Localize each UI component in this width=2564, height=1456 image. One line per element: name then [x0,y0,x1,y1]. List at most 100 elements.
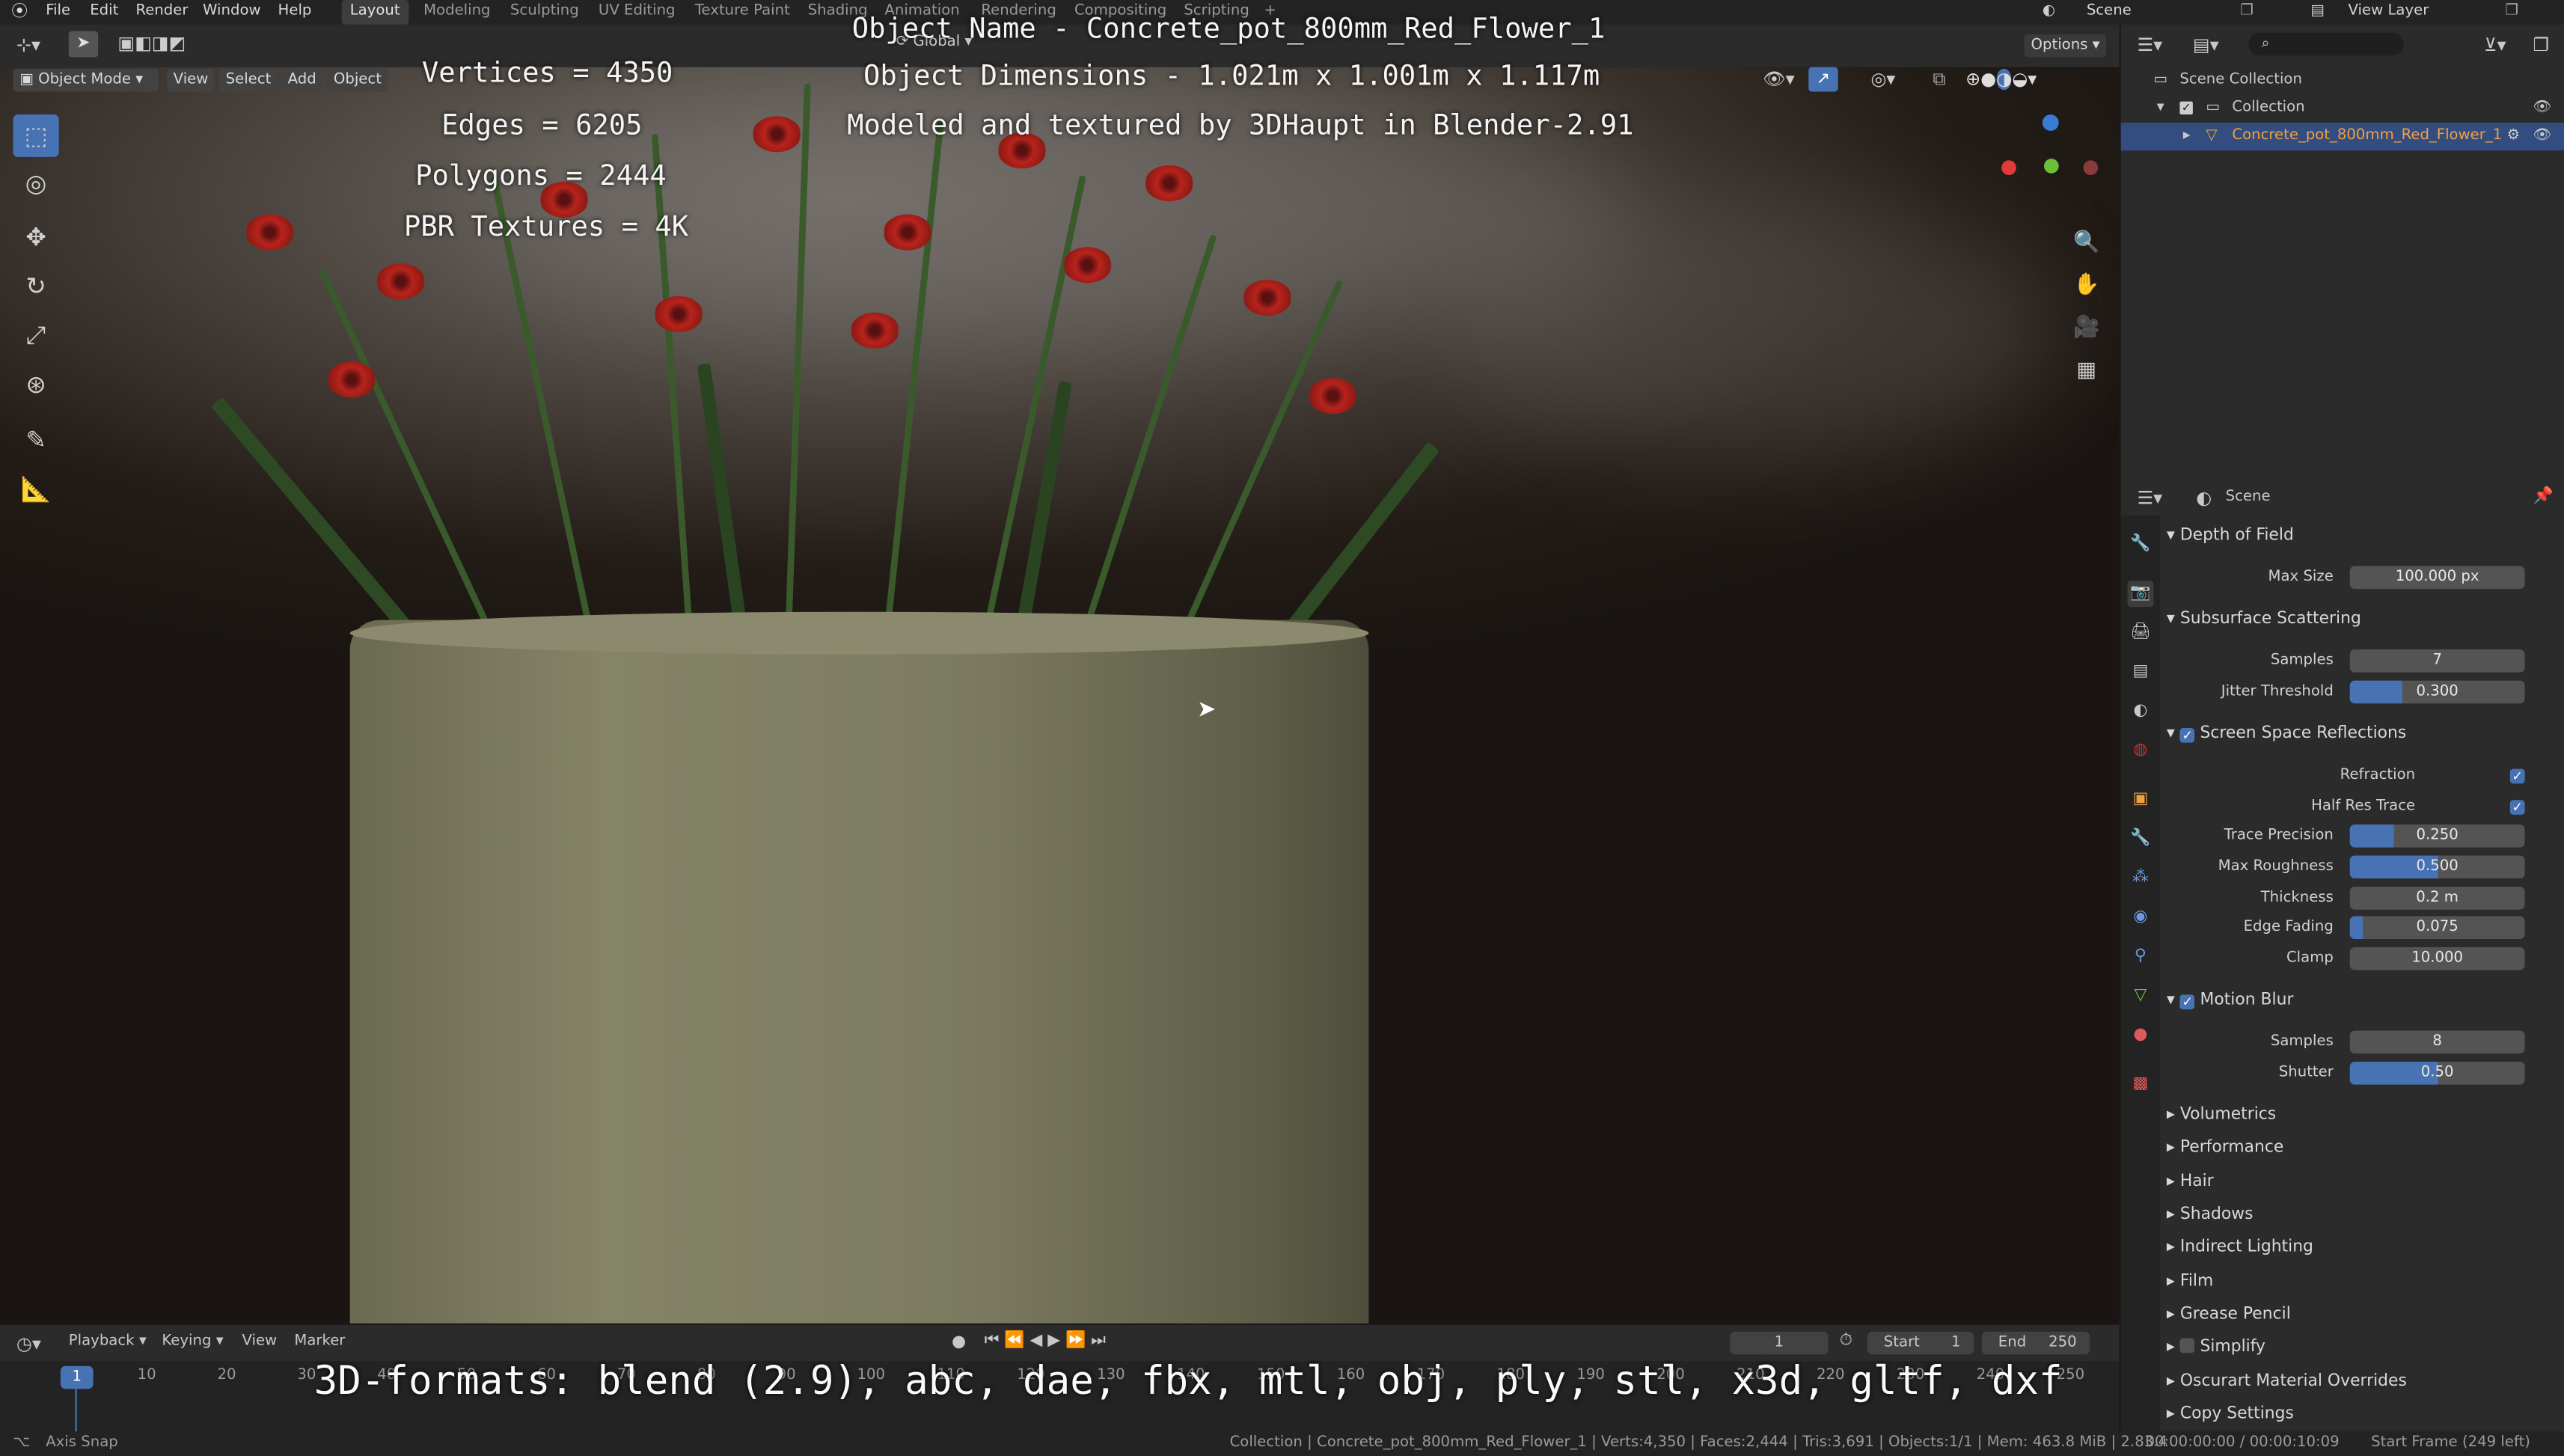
concrete-pot[interactable] [349,620,1369,1324]
marker-menu[interactable]: Marker [294,1333,345,1350]
transform-icon[interactable]: ⊛ [13,363,58,406]
scale-icon[interactable]: ⤢ [13,314,58,357]
new-scene-icon[interactable]: ❐ [2240,3,2254,21]
blender-logo-icon[interactable]: ⦿ [11,3,28,21]
shading-mode-icons[interactable]: ⊕●◑◒▾ [1965,68,2037,90]
object-menu[interactable]: Object [327,68,388,92]
menu-window[interactable]: Window [203,3,261,21]
panel-shadows[interactable]: ▸ Shadows [2167,1204,2254,1227]
ssr-enable-checkbox[interactable]: ✓ [2179,727,2195,743]
edge-fading-slider[interactable]: 0.075 [2349,916,2525,940]
outliner-editor-icon[interactable]: ☰▾ [2138,34,2163,55]
panel-oscurart-material-overrides[interactable]: ▸ Oscurart Material Overrides [2167,1371,2407,1394]
view-menu[interactable]: View [166,68,215,92]
half-res-trace-checkbox[interactable]: ✓ [2509,800,2525,815]
select-menu[interactable]: Select [218,68,278,92]
pan-hand-icon[interactable]: ✋ [2063,265,2109,308]
view-layer-icon[interactable]: ▤ [2310,3,2325,21]
clamp-field[interactable]: 10.000 [2349,946,2525,970]
zoom-icon[interactable]: 🔍 [2063,222,2109,265]
data-tab-icon[interactable]: ▽ [2127,983,2153,1009]
sss-samples-field[interactable]: 7 [2349,649,2525,673]
panel-performance[interactable]: ▸ Performance [2167,1137,2283,1160]
z-axis-icon[interactable] [2042,114,2059,131]
trace-precision-slider[interactable]: 0.250 [2349,824,2525,848]
tab-modeling[interactable]: Modeling [423,3,491,21]
gizmo-toggle-icon[interactable]: ↗ [1808,67,1838,92]
filter-icon[interactable]: ⊻▾ [2484,34,2506,55]
menu-help[interactable]: Help [278,3,312,21]
panel-motion-blur[interactable]: ▾ ✓ Motion Blur [2167,990,2293,1013]
shutter-slider[interactable]: 0.50 [2349,1062,2525,1085]
scene-selector[interactable]: Scene [2087,3,2132,21]
simplify-checkbox[interactable] [2179,1338,2195,1353]
x-axis-icon[interactable] [2001,160,2016,175]
playhead[interactable]: 1 [60,1365,94,1389]
select-tool-icon[interactable]: ➤ [68,31,99,58]
panel-depth-of-field[interactable]: ▾ Depth of Field [2167,525,2294,548]
tab-uv-editing[interactable]: UV Editing [599,3,676,21]
keying-menu[interactable]: Keying ▾ [162,1333,223,1350]
cursor-icon[interactable]: ◎ [13,162,58,204]
panel-subsurface-scattering[interactable]: ▾ Subsurface Scattering [2167,608,2361,631]
y-axis-icon[interactable] [2044,159,2059,174]
options-dropdown[interactable]: Options ▾ [2024,34,2107,58]
end-frame-field[interactable]: End 250 [1981,1331,2090,1355]
max-size-field[interactable]: 100.000 px [2349,566,2525,590]
panel-copy-settings[interactable]: ▸ Copy Settings [2167,1404,2294,1427]
new-view-layer-icon[interactable]: ❐ [2505,3,2518,21]
max-roughness-slider[interactable]: 0.500 [2349,855,2525,879]
playback-controls-icon[interactable]: ⏮ ⏪ ◀ ▶ ⏩ ⏭ [985,1332,1106,1350]
scene-icon[interactable]: ◐ [2043,3,2055,21]
neg-x-axis-icon[interactable] [2083,160,2099,175]
timeline-editor-icon[interactable]: ◷▾ [16,1333,41,1354]
select-mode-icons[interactable]: ▣◧◨◩ [117,33,186,54]
motion-blur-checkbox[interactable]: ✓ [2179,994,2195,1010]
outliner-row-collection[interactable]: ▾ ✓ ▭ Collection 👁 [2121,95,2564,123]
timeline-view-menu[interactable]: View [242,1333,277,1350]
panel-indirect-lighting[interactable]: ▸ Indirect Lighting [2167,1237,2313,1260]
expand-arrow-icon[interactable]: ▸ [2183,123,2191,150]
panel-volumetrics[interactable]: ▸ Volumetrics [2167,1104,2276,1128]
editor-type-icon[interactable]: ⊹▾ [16,34,40,55]
visibility-eye-icon[interactable]: 👁 [2533,123,2551,150]
visibility-icon[interactable]: 👁▾ [1763,69,1795,90]
xray-icon[interactable]: ⧉ [1933,69,1945,92]
menu-file[interactable]: File [46,3,70,21]
expand-arrow-icon[interactable]: ▾ [2157,95,2164,123]
thickness-field[interactable]: 0.2 m [2349,887,2525,910]
view-layer-selector[interactable]: View Layer [2349,3,2429,21]
current-frame-field[interactable]: 1 [1730,1331,1829,1355]
start-frame-field[interactable]: Start 1 [1867,1331,1974,1355]
panel-film[interactable]: ▸ Film [2167,1271,2213,1294]
properties-editor-icon[interactable]: ☰▾ [2138,488,2163,509]
select-box-icon[interactable]: ⬚ [13,114,59,157]
3d-viewport[interactable] [0,67,2120,1324]
annotate-icon[interactable]: ✎ [13,419,58,462]
refraction-checkbox[interactable]: ✓ [2509,768,2525,784]
add-menu[interactable]: Add [281,68,323,92]
menu-render[interactable]: Render [135,3,188,21]
tab-layout[interactable]: Layout [341,0,409,25]
outliner-search-input[interactable]: ⌕ [2248,32,2404,56]
rotate-icon[interactable]: ↻ [13,265,58,308]
ortho-grid-icon[interactable]: ▦ [2063,350,2109,393]
new-collection-icon[interactable]: ❐ [2533,34,2549,55]
pin-icon[interactable]: 📌 [2533,488,2553,506]
mb-samples-field[interactable]: 8 [2349,1030,2525,1054]
playback-menu[interactable]: Playback ▾ [69,1333,147,1350]
panel-grease-pencil[interactable]: ▸ Grease Pencil [2167,1304,2291,1327]
navigation-gizmo[interactable] [1998,114,2103,219]
object-mode-dropdown[interactable]: ▣ Object Mode ▾ [13,68,159,92]
outliner-row-scene-collection[interactable]: ▭ Scene Collection [2121,67,2564,95]
world-tab-icon[interactable]: ◍ [2127,738,2153,764]
preview-range-icon[interactable]: ⏱ [1840,1332,1852,1350]
overlay-toggle-icon[interactable]: ◎▾ [1870,69,1895,90]
output-tab-icon[interactable]: 🖨 [2127,620,2153,646]
tab-sculpting[interactable]: Sculpting [510,3,579,21]
tool-tab-icon[interactable]: 🔧 [2127,532,2153,558]
record-icon[interactable]: ● [952,1333,966,1351]
panel-simplify[interactable]: ▸ Simplify [2167,1336,2265,1359]
visibility-eye-icon[interactable]: 👁 [2533,95,2551,123]
measure-icon[interactable]: 📐 [13,468,58,510]
